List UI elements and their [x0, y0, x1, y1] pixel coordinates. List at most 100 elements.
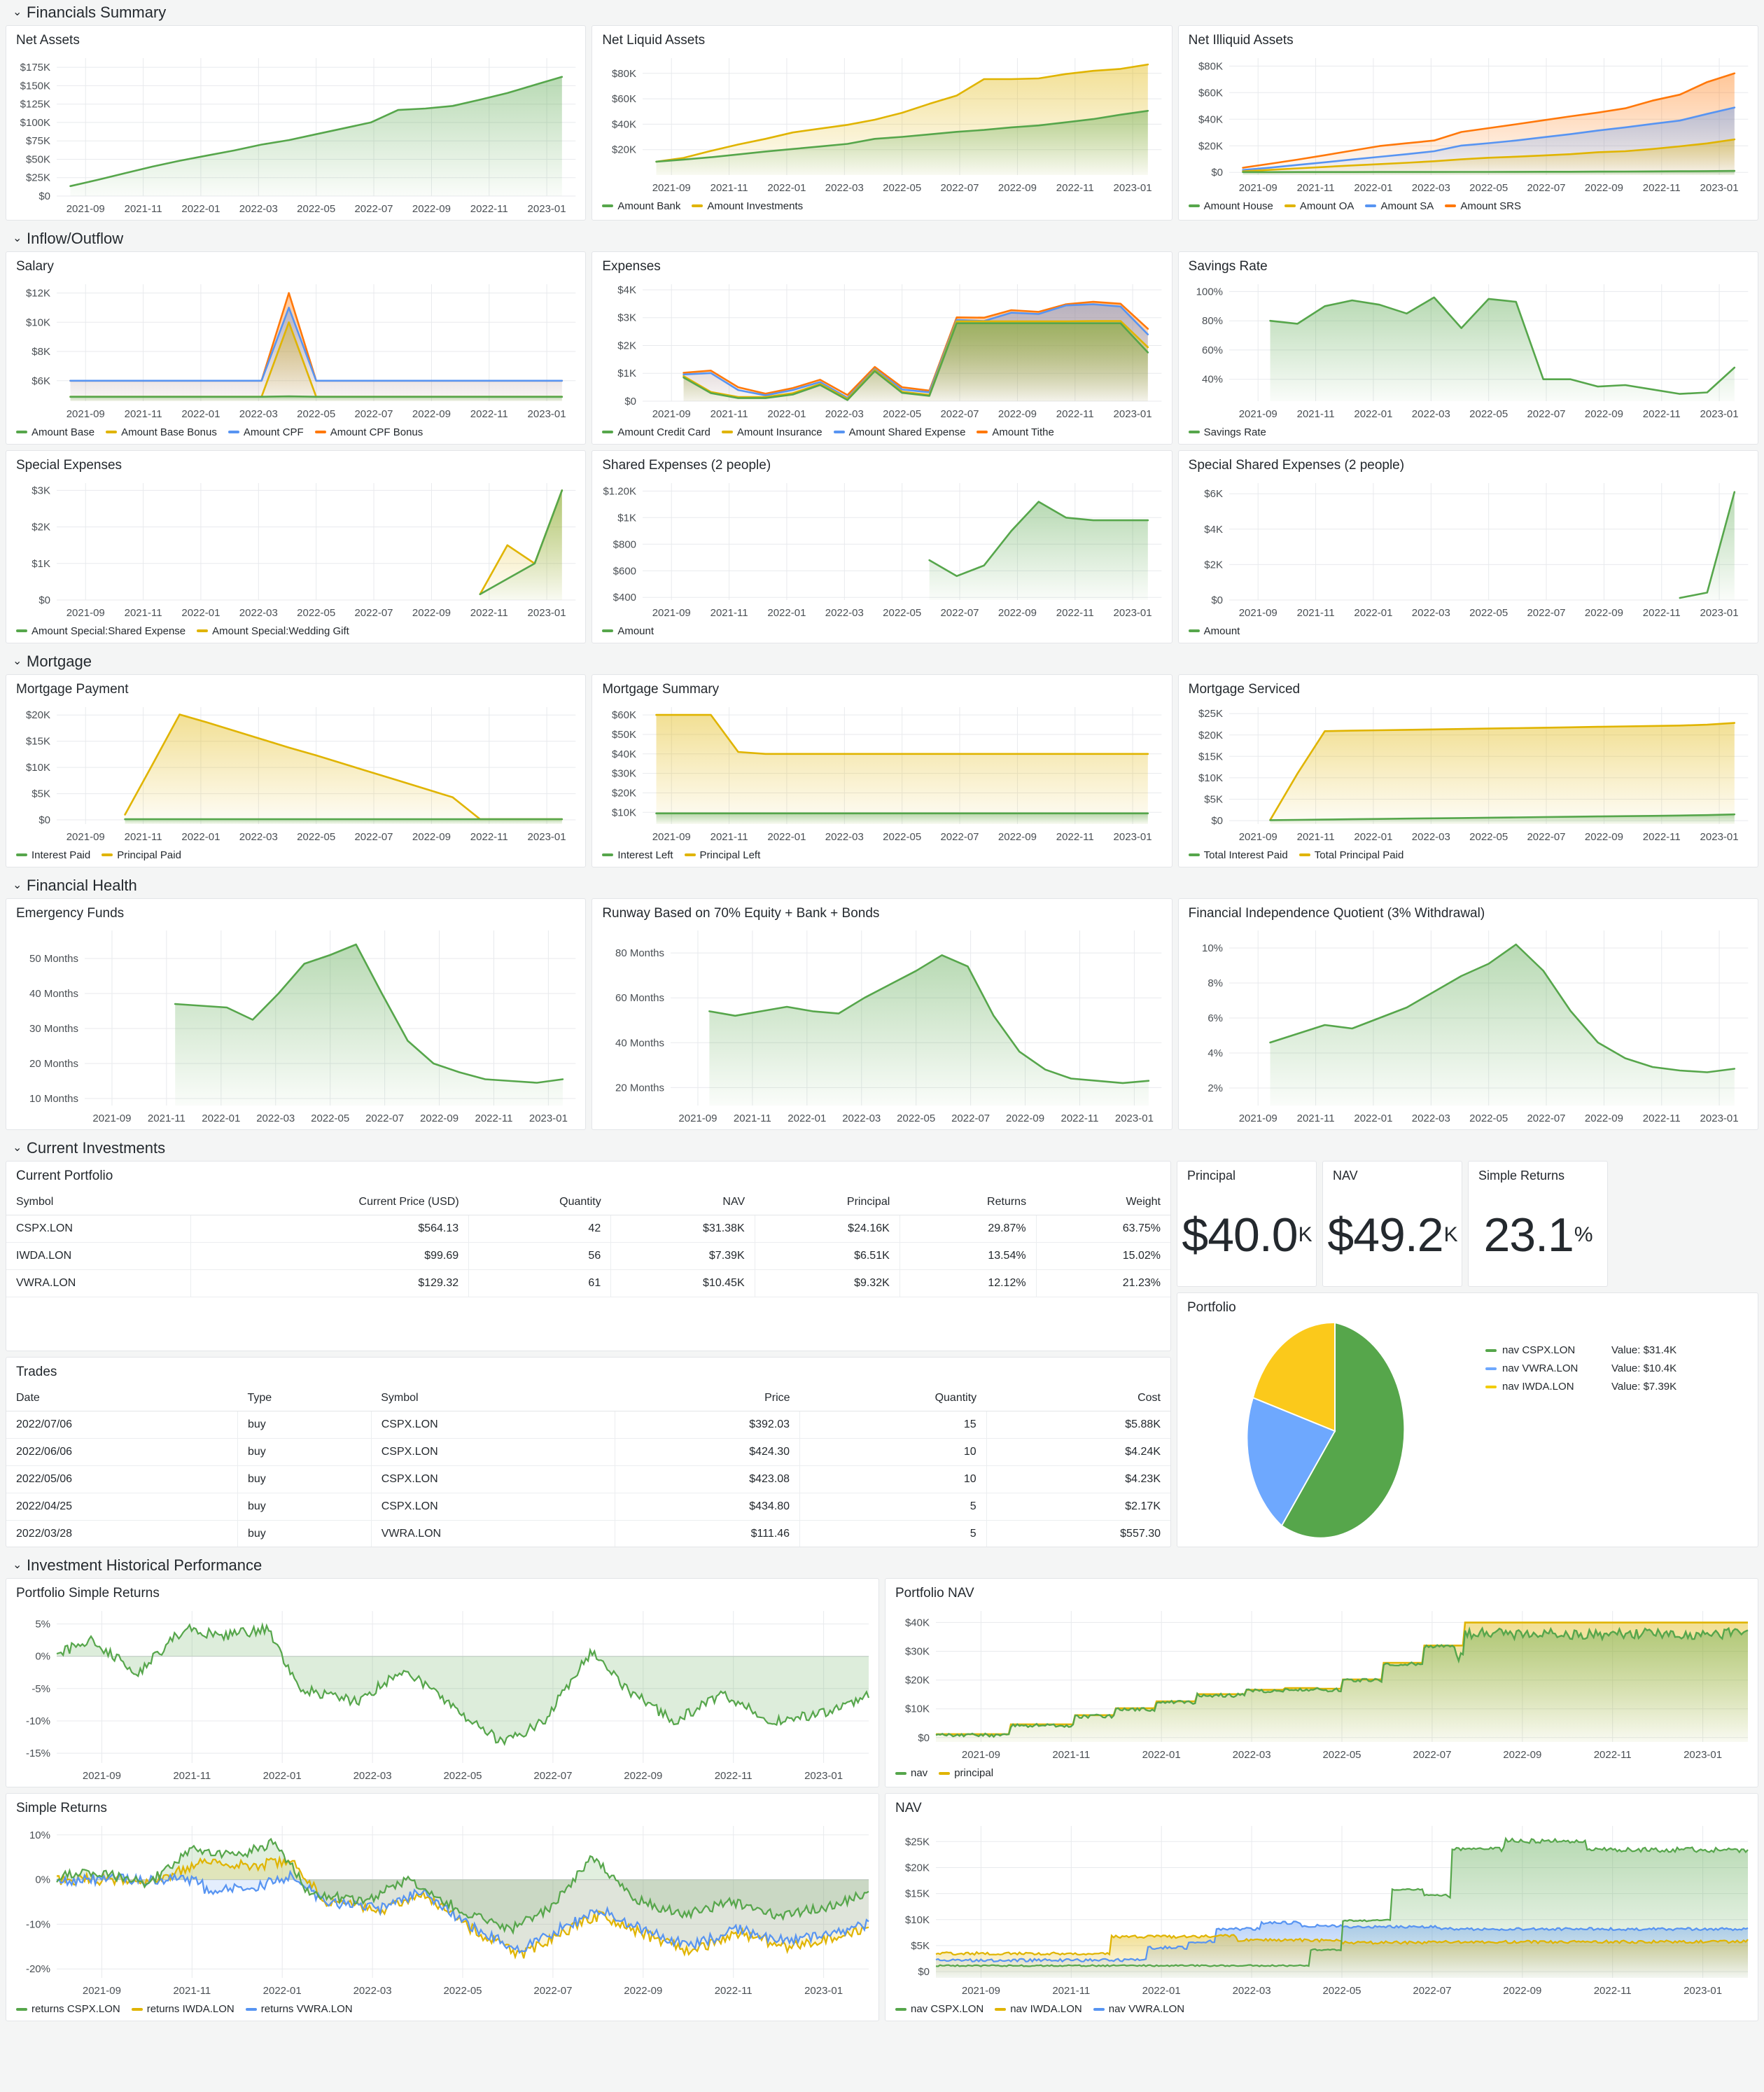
- chart-net-assets[interactable]: $0 $25K $50K $75K $100K $125K $150K $175K 2021-0…: [6, 48, 585, 220]
- current-portfolio-table[interactable]: Symbol Current Price (USD) Quantity NAV Prin…: [6, 1190, 1170, 1298]
- legend-item[interactable]: nav CSPX.LON: [895, 2003, 983, 2015]
- legend-item[interactable]: Interest Left: [602, 849, 673, 861]
- table-header-cell[interactable]: Returns: [899, 1190, 1037, 1216]
- chart-legend[interactable]: Interest Paid Principal Paid: [6, 848, 585, 867]
- chart-legend[interactable]: returns CSPX.LON returns IWDA.LON returns …: [6, 2002, 878, 2021]
- legend-item[interactable]: Savings Rate: [1188, 426, 1266, 438]
- pie-legend-item[interactable]: nav IWDA.LON Value: $7.39K: [1485, 1381, 1751, 1393]
- table-row[interactable]: 2022/07/06 buy CSPX.LON $392.03 15 $5.88K: [6, 1411, 1170, 1439]
- legend-item[interactable]: returns CSPX.LON: [16, 2003, 120, 2015]
- chart-special-shared-expenses[interactable]: $0 $2K $4K $6K 2021-09 2021-11 2022-01 2022-03 2…: [1179, 473, 1758, 624]
- section-header-inflow-outflow[interactable]: ⌄ Inflow/Outflow: [0, 226, 1764, 251]
- chart-simple-returns[interactable]: -20% -10% 0% 10% 2021-09 2021-11 2022-01 2022-0…: [6, 1816, 878, 2002]
- table-header-cell[interactable]: Symbol: [371, 1386, 615, 1412]
- chart-runway[interactable]: 20 Months 40 Months 60 Months 80 Months 2021…: [592, 921, 1171, 1129]
- chart-emergency-funds[interactable]: 10 Months 20 Months 30 Months 40 Months 50 M…: [6, 921, 585, 1129]
- legend-item[interactable]: Amount Credit Card: [602, 426, 710, 438]
- chart-portfolio-simple-returns[interactable]: -15% -10% -5% 0% 5% 2021-09 2021-11 2022-01 2022…: [6, 1601, 878, 1787]
- legend-item[interactable]: Total Principal Paid: [1298, 849, 1404, 861]
- legend-item[interactable]: Amount CPF Bonus: [314, 426, 423, 438]
- chart-mortgage-payment[interactable]: $0 $5K $10K $15K $20K 2021-09 2021-11 2022-01 20…: [6, 697, 585, 848]
- legend-item[interactable]: Amount OA: [1284, 200, 1354, 212]
- table-row[interactable]: 2022/06/06 buy CSPX.LON $424.30 10 $4.24K: [6, 1438, 1170, 1467]
- legend-item[interactable]: Amount CPF: [227, 426, 304, 438]
- legend-item[interactable]: principal: [939, 1767, 993, 1779]
- chart-legend[interactable]: Amount Special:Shared Expense Amount Spec…: [6, 624, 585, 643]
- legend-item[interactable]: Amount Base: [16, 426, 94, 438]
- chart-mortgage-summary[interactable]: $10K $20K $30K $40K $50K $60K 2021-09 2021-11 20…: [592, 697, 1171, 848]
- stat-nav[interactable]: NAV $49.2 K: [1322, 1161, 1462, 1288]
- legend-item[interactable]: returns IWDA.LON: [131, 2003, 234, 2015]
- table-header-cell[interactable]: Quantity: [468, 1190, 611, 1216]
- table-header-cell[interactable]: Weight: [1036, 1190, 1170, 1216]
- pie-legend-item[interactable]: nav CSPX.LON Value: $31.4K: [1485, 1344, 1751, 1356]
- chart-nav[interactable]: $0 $5K $10K $15K $20K $25K 2021-09 2021-11 2022-…: [886, 1816, 1758, 2002]
- chart-net-liquid-assets[interactable]: $20K $40K $60K $80K 2021-09 2021-11 2022-01 202…: [592, 48, 1171, 199]
- chart-legend[interactable]: Amount House Amount OA Amount SA Amount SRS: [1179, 199, 1758, 218]
- chart-legend[interactable]: nav CSPX.LON nav IWDA.LON nav VWRA.LON: [886, 2002, 1758, 2021]
- legend-item[interactable]: nav: [895, 1767, 927, 1779]
- table-header-cell[interactable]: Type: [237, 1386, 372, 1412]
- legend-item[interactable]: Principal Paid: [102, 849, 181, 861]
- chart-shared-expenses[interactable]: $400 $600 $800 $1K $1.20K 2021-09 2021-11 2022-…: [592, 473, 1171, 624]
- legend-item[interactable]: nav IWDA.LON: [995, 2003, 1082, 2015]
- table-row[interactable]: CSPX.LON $564.13 42 $31.38K $24.16K 29.87% 63.…: [6, 1215, 1170, 1243]
- legend-item[interactable]: Amount Tithe: [976, 426, 1054, 438]
- legend-item[interactable]: returns VWRA.LON: [245, 2003, 353, 2015]
- chart-legend[interactable]: Amount: [1179, 624, 1758, 643]
- legend-item[interactable]: Amount Shared Expense: [833, 426, 965, 438]
- legend-item[interactable]: Amount Bank: [602, 200, 680, 212]
- legend-item[interactable]: Amount Insurance: [721, 426, 822, 438]
- legend-item[interactable]: Amount Investments: [692, 200, 803, 212]
- pie-legend-item[interactable]: nav VWRA.LON Value: $10.4K: [1485, 1362, 1751, 1374]
- legend-item[interactable]: Amount Base Bonus: [106, 426, 217, 438]
- section-header-investment-historical-performance[interactable]: ⌄ Investment Historical Performance: [0, 1553, 1764, 1578]
- legend-item[interactable]: Principal Left: [684, 849, 760, 861]
- pie-legend[interactable]: nav CSPX.LON Value: $31.4K nav VWRA.LON Val…: [1485, 1344, 1751, 1518]
- chart-legend[interactable]: Amount Credit Card Amount Insurance Amount…: [592, 425, 1171, 444]
- legend-item[interactable]: Amount SA: [1365, 200, 1434, 212]
- stat-simple-returns[interactable]: Simple Returns 23.1%: [1468, 1161, 1608, 1288]
- table-header-cell[interactable]: NAV: [610, 1190, 755, 1216]
- section-header-mortgage[interactable]: ⌄ Mortgage: [0, 649, 1764, 674]
- chart-legend[interactable]: Amount Base Amount Base Bonus Amount CPF Am…: [6, 425, 585, 444]
- legend-item[interactable]: Amount SRS: [1445, 200, 1521, 212]
- table-row[interactable]: 2022/05/06 buy CSPX.LON $423.08 10 $4.23K: [6, 1465, 1170, 1494]
- stat-principal[interactable]: Principal $40.0 K: [1177, 1161, 1317, 1288]
- table-row[interactable]: IWDA.LON $99.69 56 $7.39K $6.51K 13.54% 15.02%: [6, 1242, 1170, 1271]
- chart-mortgage-serviced[interactable]: $0 $5K $10K $15K $20K $25K 2021-09 2021-11 2022-…: [1179, 697, 1758, 848]
- chart-legend[interactable]: Amount Bank Amount Investments: [592, 199, 1171, 218]
- table-row[interactable]: 2022/03/28 buy VWRA.LON $111.46 5 $557.30: [6, 1520, 1170, 1547]
- table-header-cell[interactable]: Symbol: [6, 1190, 191, 1216]
- section-header-financials-summary[interactable]: ⌄ Financials Summary: [0, 0, 1764, 25]
- legend-item[interactable]: Amount: [602, 625, 654, 637]
- legend-item[interactable]: Amount House: [1188, 200, 1273, 212]
- table-header-cell[interactable]: Cost: [986, 1386, 1170, 1412]
- chart-fi-quotient[interactable]: 2% 4% 6% 8% 10% 2021-09 2021-11 2022-01 2022-03 2…: [1179, 921, 1758, 1129]
- table-row[interactable]: VWRA.LON $129.32 61 $10.45K $9.32K 12.12% 21.2…: [6, 1269, 1170, 1298]
- section-header-financial-health[interactable]: ⌄ Financial Health: [0, 873, 1764, 898]
- chart-special-expenses[interactable]: $0 $1K $2K $3K 2021-09 2021-11 2022-01 2022-03 2…: [6, 473, 585, 624]
- pie-chart[interactable]: [1184, 1319, 1485, 1543]
- chart-legend[interactable]: Total Interest Paid Total Principal Paid: [1179, 848, 1758, 867]
- chart-legend[interactable]: Amount: [592, 624, 1171, 643]
- table-header-cell[interactable]: Current Price (USD): [190, 1190, 469, 1216]
- legend-item[interactable]: Interest Paid: [16, 849, 90, 861]
- chart-savings-rate[interactable]: 40% 60% 80% 100% 2021-09 2021-11 2022-01 2022-0…: [1179, 274, 1758, 425]
- chart-legend[interactable]: Savings Rate: [1179, 425, 1758, 444]
- chart-net-illiquid-assets[interactable]: $0 $20K $40K $60K $80K 2021-09 2021-11 2022-01 2…: [1179, 48, 1758, 199]
- table-header-cell[interactable]: Price: [615, 1386, 800, 1412]
- trades-table[interactable]: Date Type Symbol Price Quantity Cost 2022/07/0…: [6, 1386, 1170, 1547]
- legend-item[interactable]: Amount: [1188, 625, 1240, 637]
- section-header-current-investments[interactable]: ⌄ Current Investments: [0, 1136, 1764, 1161]
- chart-portfolio-nav[interactable]: $0 $10K $20K $30K $40K 2021-09 2021-11 2022-01 2…: [886, 1601, 1758, 1766]
- legend-item[interactable]: Amount Special:Wedding Gift: [197, 625, 349, 637]
- table-header-cell[interactable]: Date: [6, 1386, 238, 1412]
- chart-expenses[interactable]: $0 $1K $2K $3K $4K 2021-09 2021-11 2022-01 2022-…: [592, 274, 1171, 425]
- table-header-cell[interactable]: Quantity: [799, 1386, 987, 1412]
- chart-legend[interactable]: nav principal: [886, 1766, 1758, 1785]
- legend-item[interactable]: Amount Special:Shared Expense: [16, 625, 186, 637]
- table-row[interactable]: 2022/04/25 buy CSPX.LON $434.80 5 $2.17K: [6, 1493, 1170, 1521]
- chart-salary[interactable]: $6K $8K $10K $12K 2021-09 2021-11 2022-01 2022-…: [6, 274, 585, 425]
- legend-item[interactable]: Total Interest Paid: [1188, 849, 1288, 861]
